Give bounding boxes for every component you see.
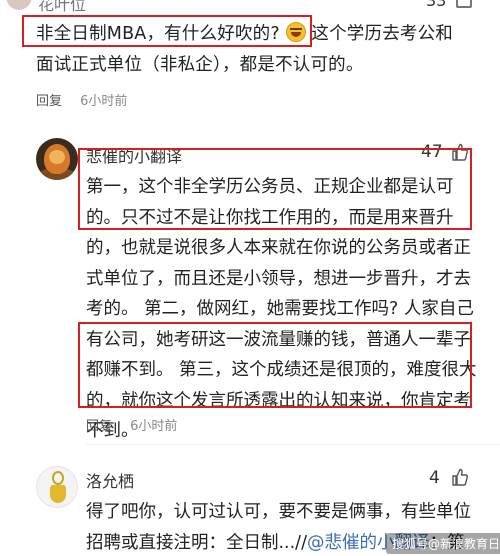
avatar[interactable] [6, 0, 32, 10]
timestamp: 6小时前 [130, 419, 178, 434]
comment-text-part: 招聘或直接注明：全日制...// [86, 532, 307, 553]
top-comment-header: 花叶位 33 [0, 0, 500, 14]
thumbs-up-icon[interactable] [452, 468, 468, 486]
thumbs-up-icon[interactable] [456, 0, 472, 8]
watermark: 搜狐号@新浪教育日记 [386, 533, 500, 554]
comment-text-line: 得了吧你，认可过认可，要不要是俩事，有些单位 [86, 502, 471, 522]
comment-author[interactable]: 洛允栖 [86, 468, 134, 492]
like-count: 33 [426, 0, 447, 10]
like-count: 47 [421, 142, 443, 162]
comment-author[interactable]: 悲催的小翻译 [86, 143, 182, 167]
laughing-emoji-icon [285, 22, 306, 42]
timestamp: 6小时前 [80, 94, 128, 109]
comment-text: 非全日制MBA，有什么好吹的? 这个学历去考公和面试正式单位（非私企），都是不认… [36, 19, 466, 81]
divider [86, 444, 500, 445]
comment-text-part: 非全日制MBA，有什么好吹的? [36, 24, 280, 44]
reply-button[interactable]: 回复 [86, 419, 112, 434]
avatar[interactable] [36, 138, 78, 180]
comment-text: 第一，这个非全学历公务员、正规企业都是认可的。只不过不是让你找工作用的，而是用来… [86, 177, 477, 441]
like-count: 4 [429, 468, 440, 488]
thumbs-up-icon[interactable] [452, 143, 468, 161]
comment-author[interactable]: 花叶位 [38, 0, 86, 14]
reply-button[interactable]: 回复 [36, 94, 62, 109]
comment-meta: 回复 6小时前 [86, 415, 177, 434]
comment-meta: 回复 6小时前 [36, 90, 127, 109]
avatar[interactable] [36, 466, 78, 508]
